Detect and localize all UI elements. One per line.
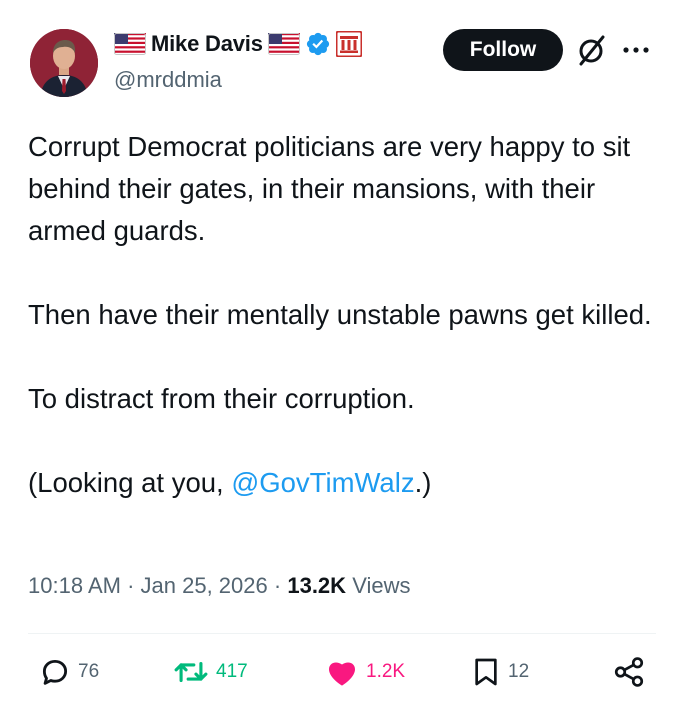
tweet-meta: 10:18 AM · Jan 25, 2026 · 13.2K Views	[28, 573, 410, 599]
views-label: Views	[352, 573, 411, 598]
mention-link[interactable]: @GovTimWalz	[231, 467, 414, 498]
reply-button[interactable]: 76	[38, 655, 99, 689]
meta-separator: ·	[127, 573, 135, 598]
tweet-paragraph: (Looking at you, @GovTimWalz.)	[28, 462, 663, 504]
tweet-paragraph: Then have their mentally unstable pawns …	[28, 299, 652, 330]
repost-count: 417	[216, 661, 248, 682]
heart-icon	[329, 662, 355, 686]
bookmark-icon	[475, 658, 497, 686]
bookmark-count: 12	[508, 661, 530, 682]
avatar[interactable]	[30, 29, 98, 97]
us-flag-icon	[114, 33, 146, 55]
repost-button[interactable]: 417	[172, 655, 248, 689]
follow-button[interactable]: Follow	[443, 29, 563, 71]
verified-badge-icon[interactable]	[305, 31, 331, 57]
share-button[interactable]	[612, 655, 646, 689]
repost-icon	[174, 661, 208, 683]
reply-icon	[42, 659, 68, 685]
share-icon	[614, 657, 644, 687]
more-options-icon[interactable]	[620, 40, 652, 60]
tweet-text-fragment: .)	[414, 467, 432, 498]
tweet-text-fragment: (Looking at you,	[28, 467, 232, 498]
like-button[interactable]: 1.2K	[324, 655, 405, 689]
action-bar: 76 417 1.2K 12	[0, 655, 684, 699]
reply-count: 76	[78, 661, 100, 682]
author-display-name: Mike Davis	[151, 31, 263, 56]
bookmark-button[interactable]: 12	[470, 655, 529, 689]
divider	[28, 633, 656, 634]
tweet-date[interactable]: Jan 25, 2026	[141, 573, 268, 598]
meta-separator: ·	[273, 573, 282, 598]
author-handle[interactable]: @mrddmia	[114, 67, 222, 93]
tweet-time[interactable]: 10:18 AM	[28, 573, 121, 598]
avatar-photo	[30, 29, 98, 97]
grok-icon[interactable]	[576, 33, 608, 67]
tweet-paragraph: To distract from their corruption.	[28, 383, 415, 414]
tweet-paragraph: Corrupt Democrat politicians are very ha…	[28, 131, 631, 246]
tweet-text: Corrupt Democrat politicians are very ha…	[28, 126, 663, 504]
us-flag-icon	[267, 33, 300, 55]
like-count: 1.2K	[366, 661, 406, 682]
affiliate-badge-icon[interactable]	[335, 31, 362, 57]
views-count: 13.2K	[287, 573, 347, 598]
author-name-row[interactable]: Mike Davis	[114, 31, 362, 57]
